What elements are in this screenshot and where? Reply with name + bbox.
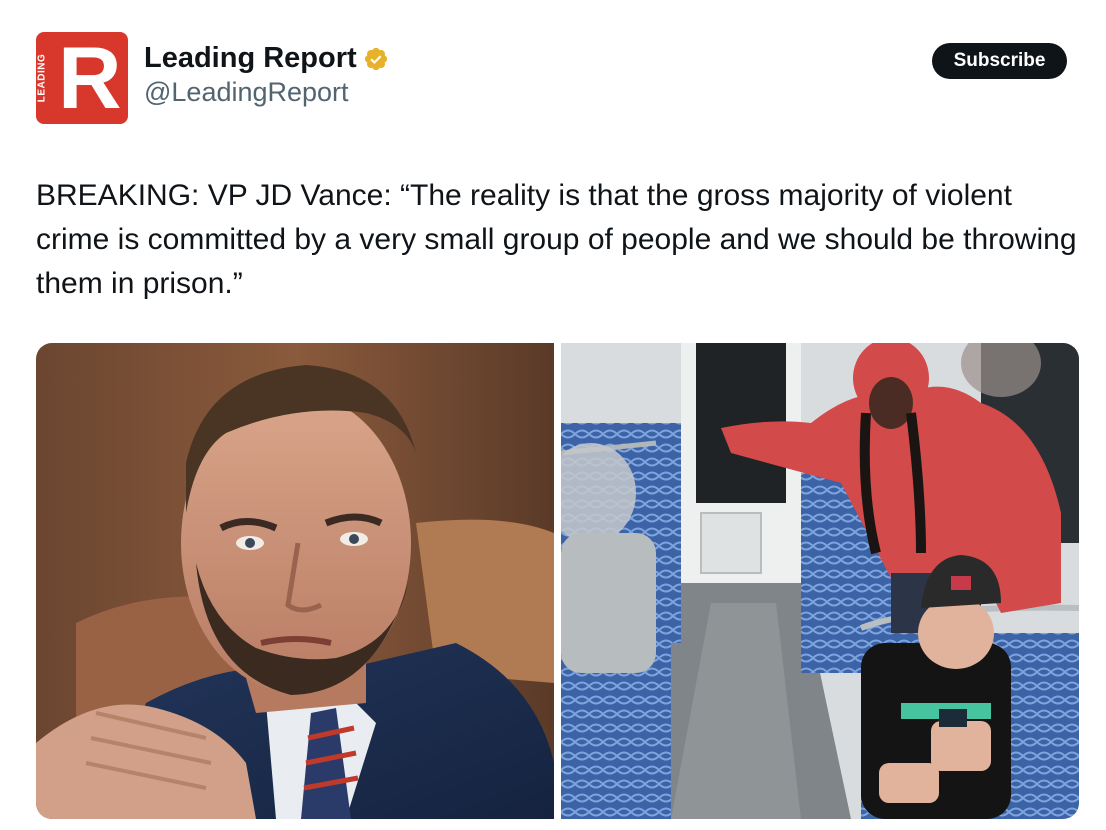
display-name-row: Leading Report	[144, 42, 389, 75]
subscribe-button[interactable]: Subscribe	[932, 43, 1067, 79]
post-text: BREAKING: VP JD Vance: “The reality is t…	[36, 179, 1077, 300]
verified-badge-icon[interactable]	[363, 46, 389, 72]
media-photo-portrait[interactable]	[36, 343, 554, 819]
avatar-logo-letter: R	[58, 32, 122, 124]
media-photo-train[interactable]	[561, 343, 1079, 819]
media-grid	[36, 343, 1079, 819]
avatar-logo-vertical-text: LEADING	[36, 53, 48, 103]
display-name[interactable]: Leading Report	[144, 42, 357, 75]
account-identity: Leading Report @LeadingReport	[144, 42, 389, 108]
account-avatar[interactable]: LEADING R	[36, 32, 128, 124]
tweet-card: LEADING R Leading Report @LeadingReport …	[0, 0, 1106, 830]
account-handle[interactable]: @LeadingReport	[144, 77, 389, 108]
